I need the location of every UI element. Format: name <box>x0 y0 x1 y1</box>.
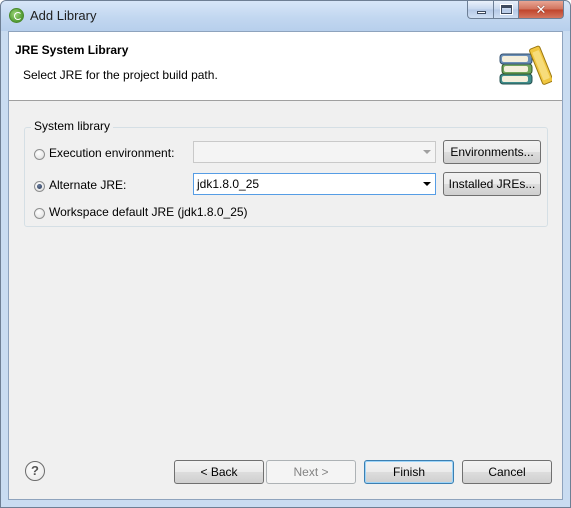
add-library-window: Add Library ✕ JRE System Library Select … <box>0 0 571 508</box>
execution-environment-radio[interactable] <box>34 149 45 160</box>
minimize-button[interactable] <box>467 1 494 19</box>
window-controls: ✕ <box>467 1 564 20</box>
dropdown-arrow-icon <box>423 182 431 186</box>
back-button[interactable]: < Back <box>174 460 264 484</box>
alternate-jre-value: jdk1.8.0_25 <box>197 177 260 191</box>
system-library-group-label: System library <box>31 119 114 133</box>
help-icon[interactable]: ? <box>25 461 45 481</box>
maximize-button[interactable] <box>494 1 519 19</box>
alternate-jre-combo[interactable]: jdk1.8.0_25 <box>193 173 436 195</box>
page-title: JRE System Library <box>15 43 129 57</box>
workspace-default-jre-radio[interactable] <box>34 208 45 219</box>
alternate-jre-label[interactable]: Alternate JRE: <box>49 178 126 192</box>
dropdown-arrow-icon <box>423 150 431 154</box>
finish-button[interactable]: Finish <box>364 460 454 484</box>
wizard-header: JRE System Library Select JRE for the pr… <box>9 32 562 101</box>
minimize-icon <box>477 11 486 14</box>
window-title: Add Library <box>30 8 97 23</box>
next-button[interactable]: Next > <box>266 460 356 484</box>
spring-app-icon <box>9 8 24 23</box>
close-button[interactable]: ✕ <box>519 1 564 19</box>
close-icon: ✕ <box>535 2 547 17</box>
installed-jres-button[interactable]: Installed JREs... <box>443 172 541 196</box>
cancel-button[interactable]: Cancel <box>462 460 552 484</box>
maximize-icon <box>500 4 513 15</box>
dialog-client-area: JRE System Library Select JRE for the pr… <box>8 31 563 500</box>
alternate-jre-radio[interactable] <box>34 181 45 192</box>
execution-environment-combo[interactable] <box>193 141 436 163</box>
page-description: Select JRE for the project build path. <box>23 68 218 82</box>
books-icon <box>499 45 552 85</box>
execution-environment-label[interactable]: Execution environment: <box>49 146 174 160</box>
workspace-default-jre-label[interactable]: Workspace default JRE (jdk1.8.0_25) <box>49 205 248 219</box>
title-bar[interactable]: Add Library ✕ <box>1 1 570 31</box>
environments-button[interactable]: Environments... <box>443 140 541 164</box>
